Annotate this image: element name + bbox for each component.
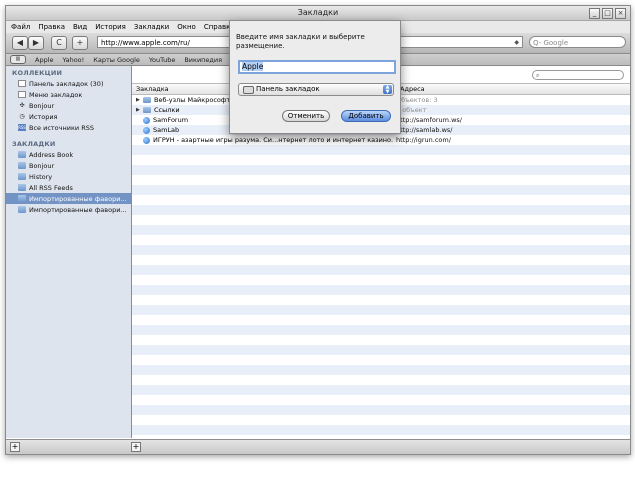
show-all-bookmarks-icon[interactable]: ▥ (10, 55, 26, 64)
sidebar-item-label: Импортированные фавори... (29, 194, 127, 203)
sidebar-item-history[interactable]: ◷ История (6, 111, 131, 122)
cancel-button[interactable]: Отменить (282, 110, 330, 122)
row-name: SamLab (153, 126, 180, 134)
bookmark-google-maps[interactable]: Карты Google (93, 56, 140, 64)
sidebar-item-bookmarks-bar[interactable]: Панель закладок (30) (6, 78, 131, 89)
sidebar-folder-all-rss-feeds[interactable]: All RSS Feeds (6, 182, 131, 193)
bookmark-wikipedia[interactable]: Википедия (184, 56, 222, 64)
bookmark-yahoo[interactable]: Yahoo! (63, 56, 85, 64)
folder-icon (18, 151, 26, 158)
sidebar: КОЛЛЕКЦИИ Панель закладок (30) Меню закл… (6, 66, 132, 438)
column-address[interactable]: Адреса (400, 84, 425, 94)
bookmarks-table: ▶ Веб-узлы Майкрософт Объектов: 3 ▶ Ссылки… (132, 95, 630, 438)
globe-icon (143, 116, 150, 124)
bookmarks-search-field[interactable]: ⌕ (532, 70, 624, 80)
menu-view[interactable]: Вид (73, 21, 87, 33)
row-address: http://samlab.ws/ (396, 126, 453, 134)
bottom-bar: + + (6, 439, 630, 454)
sidebar-item-bookmarks-menu[interactable]: Меню закладок (6, 89, 131, 100)
menu-window[interactable]: Окно (177, 21, 196, 33)
reload-button[interactable]: C (51, 36, 67, 50)
folder-icon (18, 184, 26, 191)
folder-icon (143, 107, 151, 113)
search-icon: ⌕ (536, 72, 540, 79)
bookmark-apple[interactable]: Apple (35, 56, 54, 64)
bookmarks-bar-icon (243, 86, 254, 94)
row-address: http://igrun.com/ (396, 136, 451, 144)
minimize-button[interactable]: _ (589, 8, 600, 19)
bookmarks-bar-icon (18, 80, 26, 87)
history-dropdown-icon[interactable]: ◆ (514, 37, 519, 49)
location-select[interactable]: Панель закладок ▲ ▼ (238, 83, 394, 96)
google-search-field[interactable]: Q- Google (529, 36, 626, 48)
sidebar-item-label: Bonjour (29, 161, 55, 170)
bonjour-icon: ✣ (19, 102, 25, 109)
sidebar-folder-imported-favorites-selected[interactable]: Импортированные фавори... (6, 193, 131, 204)
add-bookmark-dialog: Введите имя закладки и выберите размещен… (229, 20, 401, 134)
bookmark-name-input[interactable]: Apple (238, 60, 396, 74)
window-title: Закладки (297, 8, 339, 17)
bookmark-youtube[interactable]: YouTube (149, 56, 175, 64)
sidebar-item-label: Все источники RSS (29, 123, 94, 132)
history-clock-icon: ◷ (19, 113, 25, 120)
sidebar-item-all-rss[interactable]: RSS Все источники RSS (6, 122, 131, 133)
sidebar-item-label: History (29, 172, 53, 181)
sidebar-item-label: All RSS Feeds (29, 183, 73, 192)
sidebar-folder-imported-favorites[interactable]: Импортированные фавори... (6, 204, 131, 215)
folder-icon (18, 195, 26, 202)
table-row[interactable]: ИГРУН - азартные игры разума. Си...нтерн… (132, 135, 630, 145)
folder-icon (18, 206, 26, 213)
add-folder-button[interactable]: + (131, 442, 141, 452)
folder-icon (143, 97, 151, 103)
sidebar-item-bonjour[interactable]: ✣ Bonjour (6, 100, 131, 111)
add-bookmark-button[interactable]: + (72, 36, 88, 50)
bookmarks-header: ЗАКЛАДКИ (12, 140, 56, 148)
sidebar-item-label: Address Book (29, 150, 74, 159)
collections-header: КОЛЛЕКЦИИ (12, 69, 63, 77)
sidebar-folder-history[interactable]: History (6, 171, 131, 182)
menu-file[interactable]: Файл (11, 21, 30, 33)
bookmarks-menu-icon (18, 91, 26, 98)
forward-button[interactable]: ▶ (28, 36, 44, 50)
address-text: http://www.apple.com/ru/ (101, 39, 190, 47)
menu-bookmarks[interactable]: Закладки (134, 21, 169, 33)
dialog-prompt: Введите имя закладки и выберите размещен… (236, 33, 365, 50)
row-name: Ссылки (154, 106, 180, 114)
maximize-button[interactable]: □ (602, 8, 613, 19)
sidebar-folder-address-book[interactable]: Address Book (6, 149, 131, 160)
add-button[interactable]: Добавить (341, 110, 391, 122)
close-button[interactable]: × (615, 8, 626, 19)
sidebar-item-label: Импортированные фавори... (29, 205, 127, 214)
folder-icon (18, 173, 26, 180)
row-address: http://samforum.ws/ (396, 116, 462, 124)
sidebar-item-label: История (29, 112, 58, 121)
globe-icon (143, 126, 150, 134)
row-name: ИГРУН - азартные игры разума. Си...нтерн… (153, 136, 394, 144)
row-name: Веб-узлы Майкрософт (154, 96, 231, 104)
menu-edit[interactable]: Правка (38, 21, 65, 33)
sidebar-item-label: Bonjour (29, 101, 55, 110)
add-collection-button[interactable]: + (10, 442, 20, 452)
sidebar-folder-bonjour[interactable]: Bonjour (6, 160, 131, 171)
column-bookmark[interactable]: Закладка (136, 84, 169, 94)
disclosure-triangle-icon[interactable]: ▶ (136, 105, 143, 115)
disclosure-triangle-icon[interactable]: ▶ (136, 95, 143, 105)
back-button[interactable]: ◀ (12, 36, 28, 50)
location-value: Панель закладок (256, 85, 320, 93)
sidebar-item-label: Меню закладок (29, 90, 83, 99)
sidebar-item-label: Панель закладок (30) (29, 79, 104, 88)
folder-icon (18, 162, 26, 169)
menu-history[interactable]: История (95, 21, 126, 33)
globe-icon (143, 136, 150, 144)
bookmark-name-value: Apple (242, 62, 264, 71)
row-name: SamForum (153, 116, 189, 124)
title-bar[interactable]: Закладки _ □ × (6, 6, 630, 21)
row-address: Объектов: 3 (396, 96, 438, 104)
chevron-updown-icon: ▲ ▼ (383, 85, 392, 94)
rss-icon: RSS (18, 124, 26, 131)
